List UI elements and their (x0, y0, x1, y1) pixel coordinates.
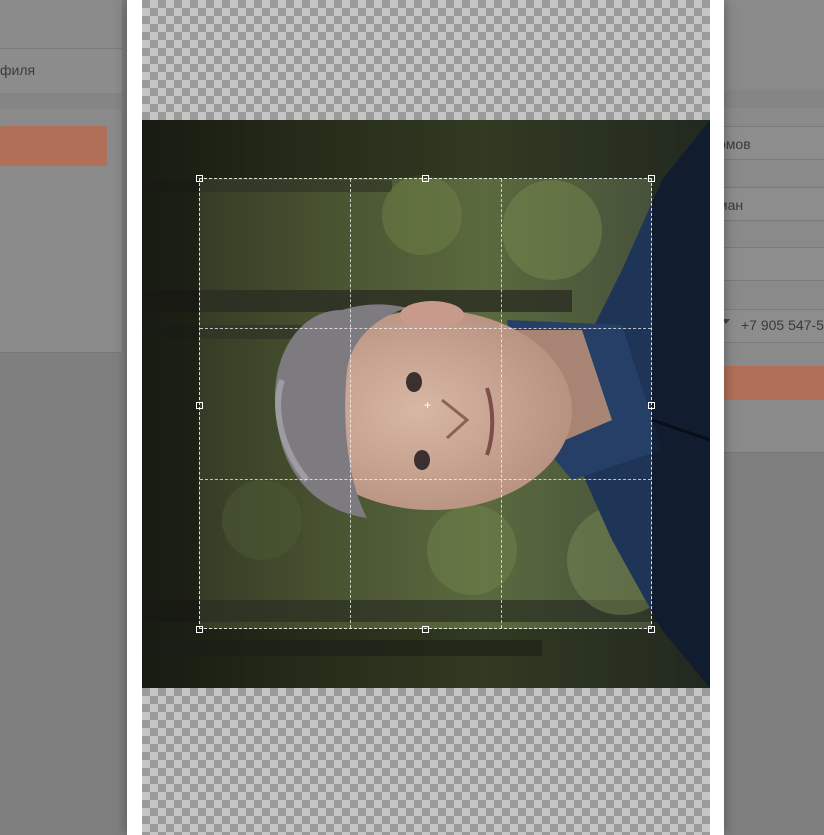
crop-handle-bottom-right[interactable] (648, 626, 655, 633)
crop-handle-right[interactable] (648, 402, 655, 409)
crop-shade-right (652, 178, 710, 629)
crop-shade-left (142, 178, 199, 629)
background-divider-right (711, 90, 824, 108)
crop-handle-top-right[interactable] (648, 175, 655, 182)
crop-guide-vertical (501, 179, 502, 628)
crop-center-icon: + (424, 398, 432, 412)
crop-modal: + (127, 0, 724, 835)
crop-handle-top-left[interactable] (196, 175, 203, 182)
crop-shade-top (142, 120, 710, 178)
background-phone-value: +7 905 547-5 (741, 317, 824, 333)
crop-canvas[interactable]: + (142, 0, 710, 835)
rotated-photo: + (142, 120, 710, 688)
crop-handle-left[interactable] (196, 402, 203, 409)
crop-guide-vertical (350, 179, 351, 628)
background-divider (0, 93, 122, 109)
crop-handle-top[interactable] (422, 175, 429, 182)
crop-handle-bottom[interactable] (422, 626, 429, 633)
background-action-button[interactable] (0, 126, 107, 166)
crop-handle-bottom-left[interactable] (196, 626, 203, 633)
crop-guide-horizontal (200, 328, 651, 329)
background-profile-tab-label: филя (0, 62, 36, 78)
crop-shade-bottom (142, 629, 710, 688)
crop-guide-horizontal (200, 479, 651, 480)
background-save-button[interactable] (711, 366, 824, 400)
background-field[interactable] (711, 247, 824, 281)
